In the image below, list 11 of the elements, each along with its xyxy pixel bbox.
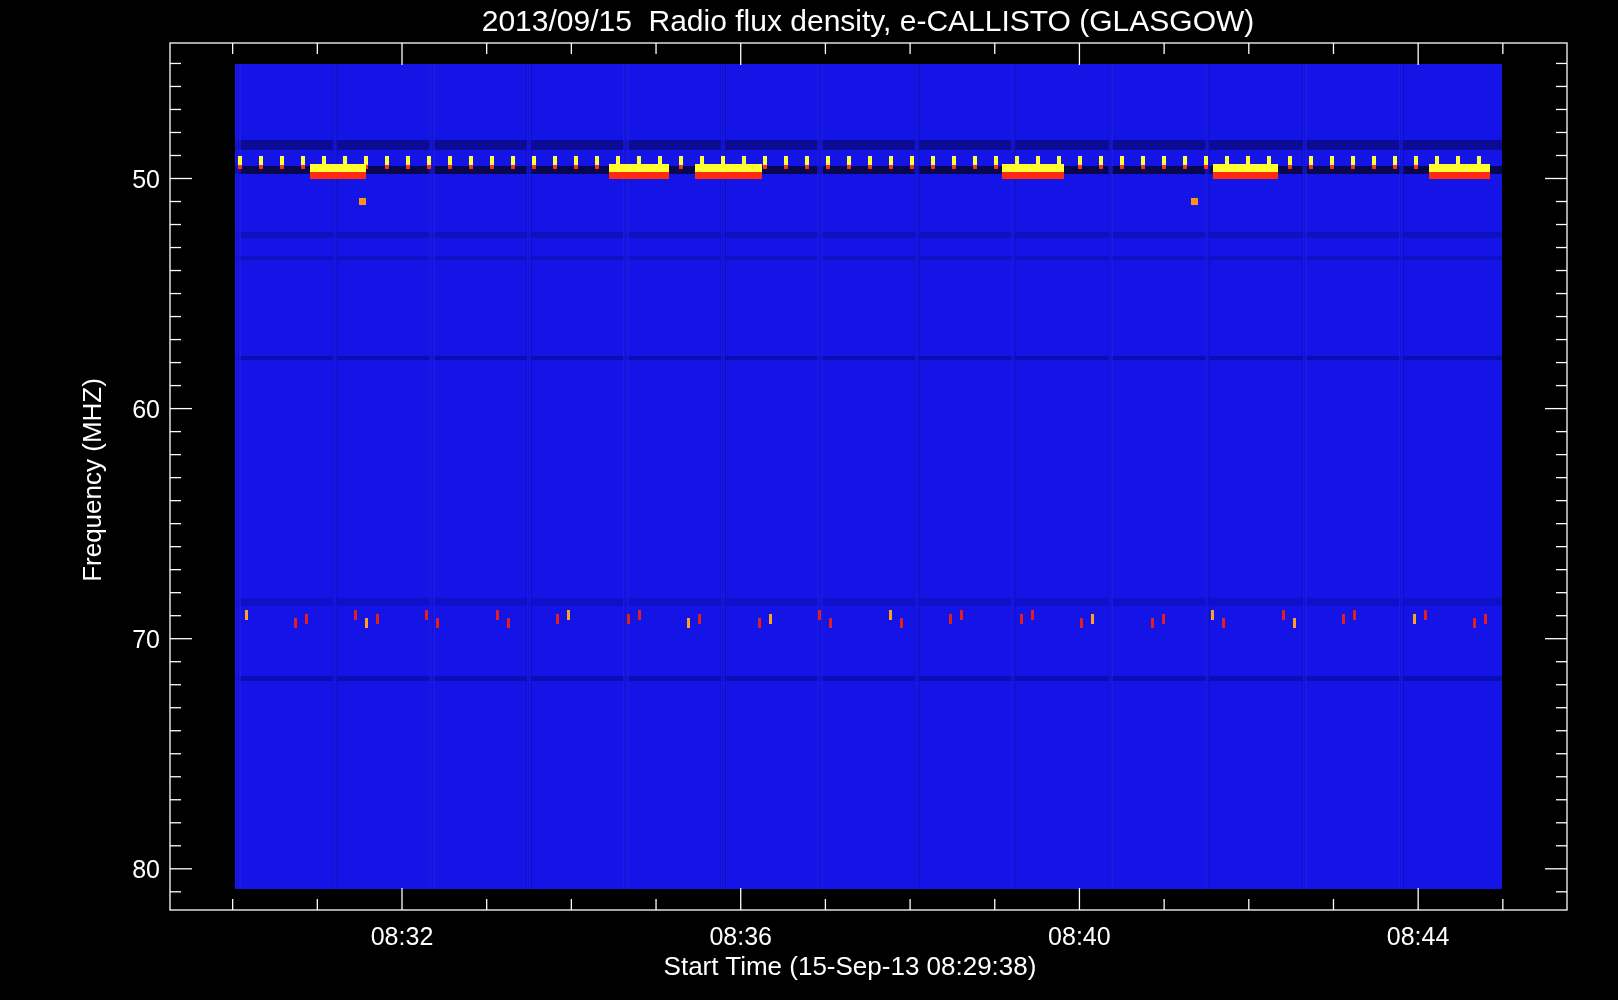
chart-title: 2013/09/15 Radio flux density, e-CALLISTO (GLASGOW) <box>481 4 1255 37</box>
axis-tick-label: 60 <box>132 394 160 423</box>
axis-tick-label: 50 <box>132 164 160 193</box>
axis-tick-label: 70 <box>132 624 160 653</box>
axis-title: Start Time (15-Sep-13 08:29:38) <box>663 951 1037 981</box>
axis-tick-label: 80 <box>132 854 160 883</box>
axis-tick-label: 08:40 <box>1048 922 1111 950</box>
axis-tick-label: 08:36 <box>709 922 772 950</box>
axis-title: Frequency (MHZ) <box>77 378 107 582</box>
axis-tick-label: 08:32 <box>370 922 434 950</box>
axis-tick-label: 08:44 <box>1386 922 1450 950</box>
